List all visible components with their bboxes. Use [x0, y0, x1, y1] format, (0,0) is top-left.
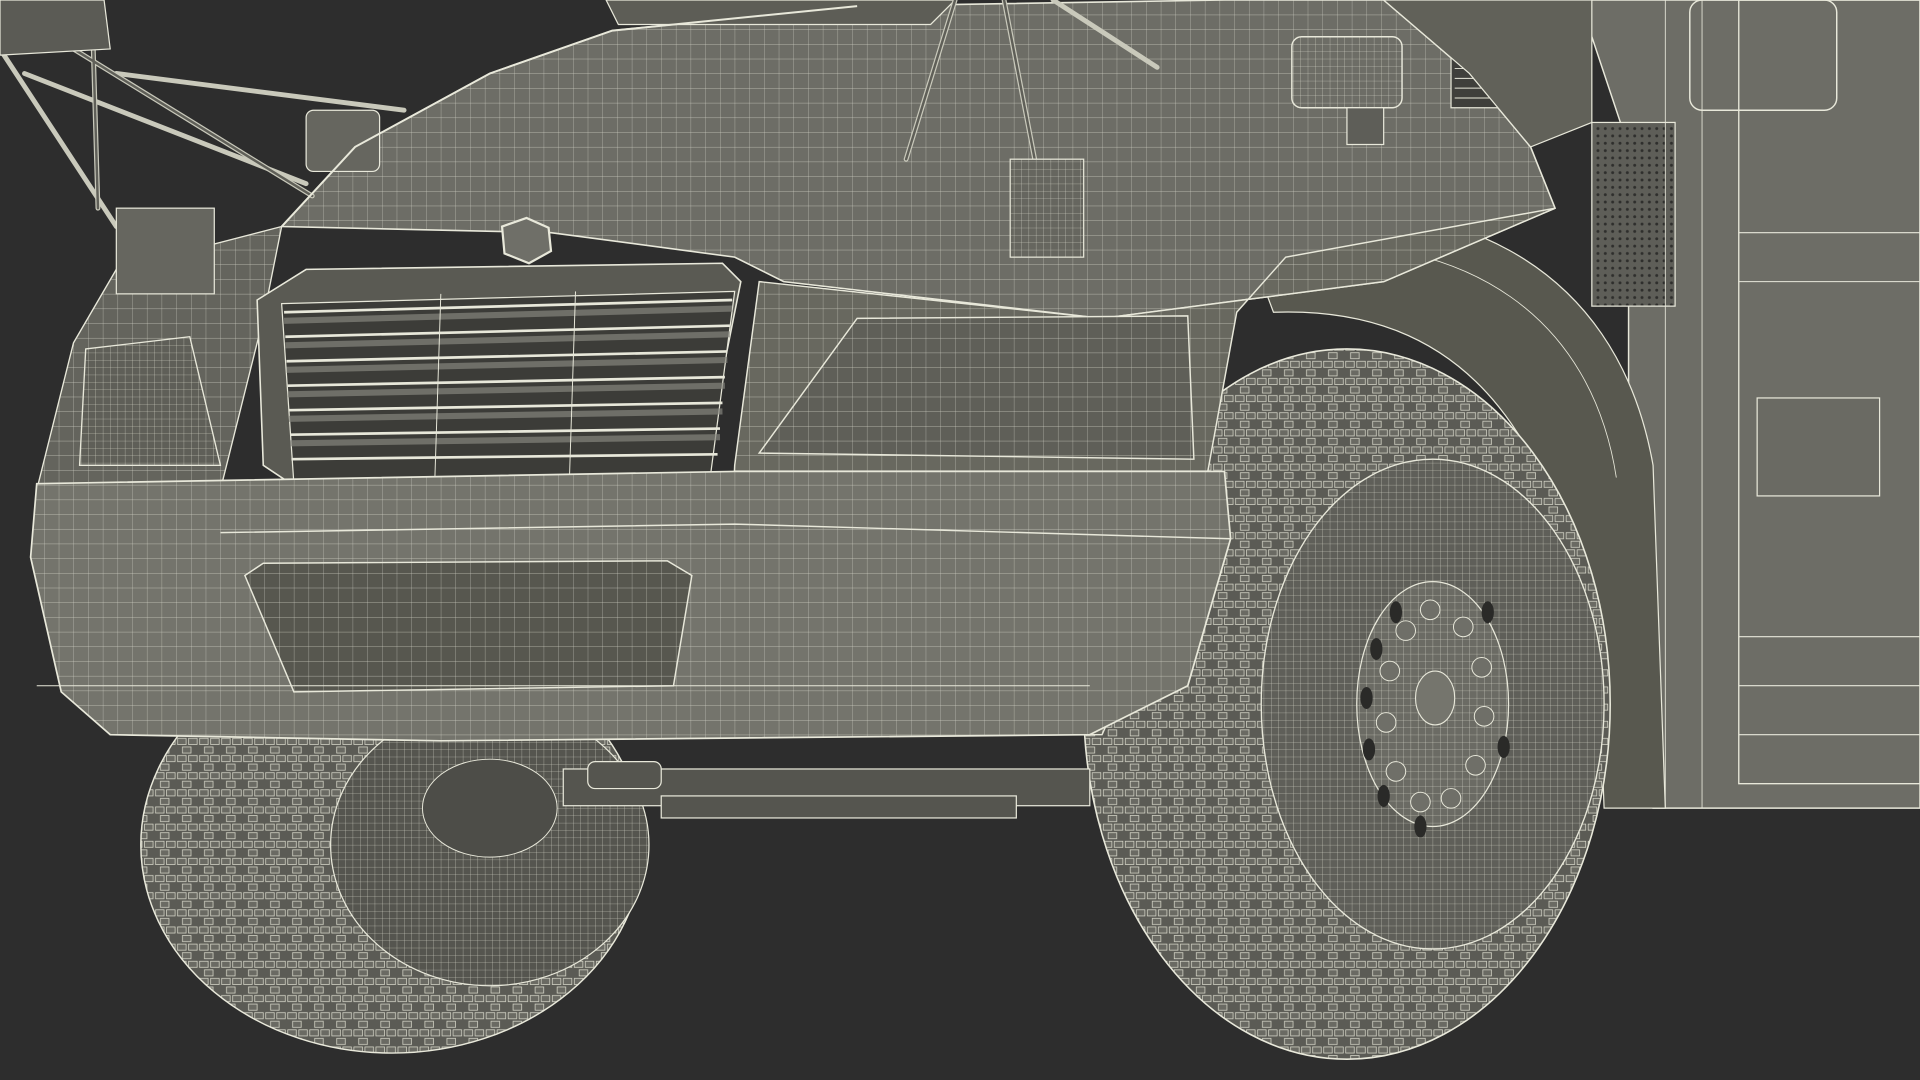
front-bumper [29, 470, 1232, 742]
mirror-mount-left [115, 207, 215, 295]
render-viewport [0, 0, 1920, 1080]
grille [256, 262, 742, 491]
wireframe-render [0, 0, 1920, 1080]
